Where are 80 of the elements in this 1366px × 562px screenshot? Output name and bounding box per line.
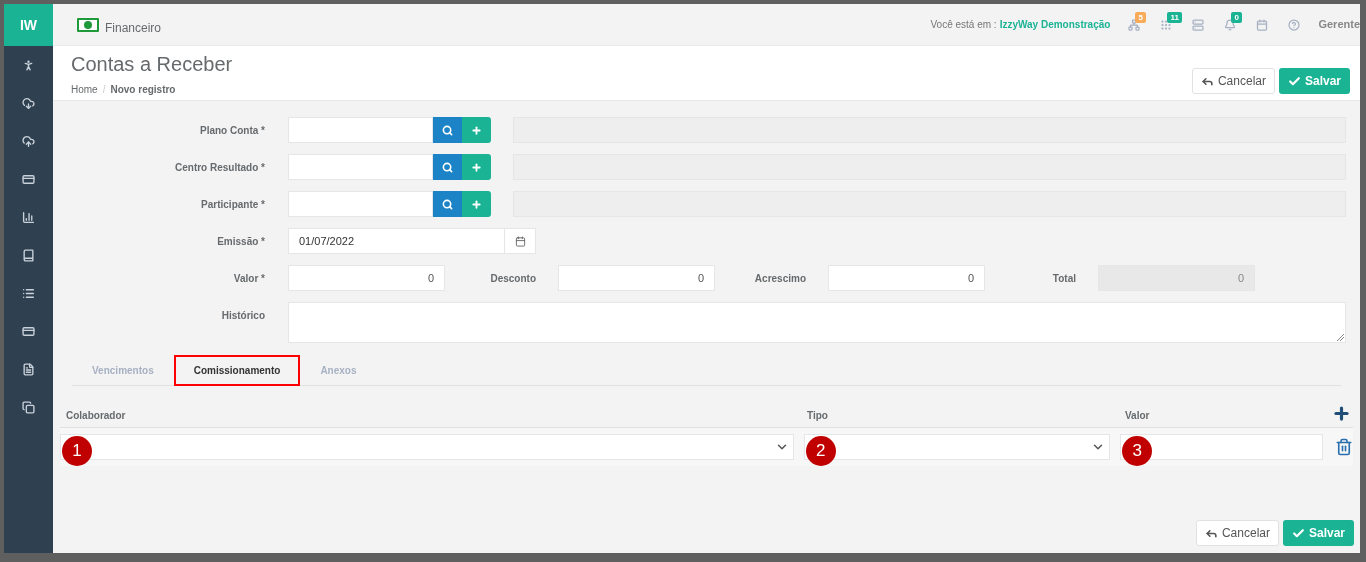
value-input[interactable]	[1120, 434, 1323, 460]
banknote-icon	[77, 17, 99, 32]
check-icon	[1291, 526, 1305, 540]
column-header: Tipo	[807, 409, 829, 423]
tab[interactable]: Anexos	[300, 355, 377, 386]
card-icon	[22, 324, 35, 338]
breadcrumb-current: Novo registro	[110, 83, 176, 97]
amount-input[interactable]: 0	[558, 265, 715, 291]
field-label: Plano Conta *	[199, 123, 265, 138]
plus-icon	[1332, 404, 1351, 423]
field-label: Emissão *	[216, 234, 265, 249]
server-icon	[1192, 18, 1205, 31]
annotation-marker: 3	[1122, 436, 1153, 466]
search-icon	[442, 198, 453, 210]
lookup-input[interactable]	[288, 191, 433, 217]
collaborator-select[interactable]	[60, 434, 794, 460]
amount-input[interactable]: 0	[288, 265, 445, 291]
check-icon	[1287, 74, 1301, 88]
field-label: Valor *	[232, 271, 265, 286]
save-button[interactable]: Salvar	[1282, 520, 1354, 546]
cloud-download-icon	[22, 96, 35, 110]
search-icon	[442, 124, 453, 136]
field-label: Acrescimo	[753, 271, 807, 286]
person-icon	[22, 58, 35, 72]
trash-icon	[1335, 438, 1353, 456]
plus-icon	[471, 198, 482, 210]
list-icon	[22, 286, 35, 300]
tab[interactable]: Comissionamento	[173, 355, 301, 386]
field-label: Desconto	[489, 271, 537, 286]
amount-input[interactable]: 0	[828, 265, 985, 291]
search-button[interactable]	[433, 191, 462, 217]
bar-chart-icon	[22, 210, 35, 224]
resize-handle-icon	[1337, 334, 1344, 341]
search-button[interactable]	[433, 117, 462, 143]
search-button[interactable]	[433, 154, 462, 180]
calendar-icon	[514, 235, 526, 247]
date-field[interactable]: 01/07/2022	[288, 228, 536, 254]
field-label: Histórico	[220, 309, 265, 323]
calendar-icon	[1256, 18, 1269, 31]
cancel-button[interactable]: Cancelar	[1195, 520, 1279, 546]
help-icon	[1288, 18, 1301, 31]
bell-icon	[1224, 18, 1237, 31]
plus-icon	[471, 161, 482, 173]
count-badge: 5	[1135, 11, 1146, 23]
count-badge: 0	[1231, 11, 1242, 23]
search-icon	[442, 161, 453, 173]
field-label: Total	[1051, 271, 1077, 286]
user-name[interactable]: Gerente	[1318, 16, 1360, 33]
header-icon-button[interactable]: 0	[1214, 9, 1247, 40]
lookup-input[interactable]	[288, 117, 433, 143]
save-button[interactable]: Salvar	[1278, 68, 1350, 94]
copy-icon	[22, 400, 35, 414]
tab[interactable]: Vencimentos	[72, 355, 174, 386]
delete-button[interactable]	[1335, 438, 1353, 456]
file-icon	[22, 362, 35, 376]
add-row-button[interactable]	[1332, 404, 1351, 423]
module-title: Financeiro	[105, 19, 162, 37]
book-icon	[22, 248, 35, 262]
card-icon	[22, 172, 35, 186]
sitemap-icon	[1128, 18, 1141, 31]
annotation-marker: 1	[62, 436, 92, 466]
header-icon-button[interactable]: 11	[1150, 9, 1183, 40]
breadcrumb-separator: /	[102, 83, 106, 97]
column-header: Colaborador	[65, 409, 127, 423]
lookup-input[interactable]	[288, 154, 433, 180]
readonly-field: 0	[1098, 265, 1255, 291]
field-label: Participante *	[200, 197, 265, 212]
breadcrumb-link[interactable]: Home	[71, 82, 98, 97]
logo[interactable]: IW	[4, 4, 53, 46]
cloud-upload-icon	[22, 134, 35, 148]
cancel-button[interactable]: Cancelar	[1191, 68, 1275, 94]
header-icon-button[interactable]: 5	[1118, 9, 1151, 40]
location-link[interactable]: IzzyWay Demonstração	[999, 17, 1111, 32]
column-header: Valor	[1125, 409, 1151, 423]
type-select[interactable]	[803, 434, 1111, 460]
field-label: Centro Resultado *	[174, 160, 265, 175]
plus-icon	[471, 124, 482, 136]
location-label: Você está em :	[930, 18, 997, 32]
page-title: Contas a Receber	[71, 52, 233, 76]
count-badge: 11	[1167, 11, 1182, 23]
